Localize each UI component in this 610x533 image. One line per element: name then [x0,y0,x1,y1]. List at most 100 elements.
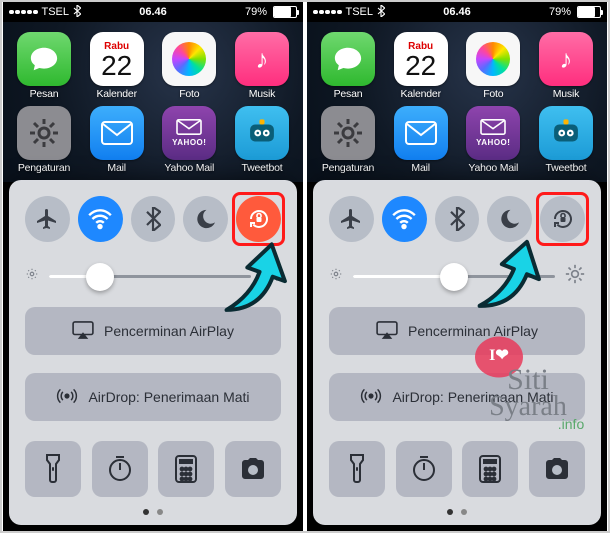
app-settings[interactable]: Pengaturan [13,106,75,174]
mail-icon [394,106,448,160]
messages-icon [321,32,375,86]
airplane-mode-toggle[interactable] [25,196,70,242]
brightness-track[interactable] [49,275,251,278]
camera-button[interactable] [529,441,585,497]
app-mail[interactable]: Mail [390,106,452,174]
bluetooth-toggle[interactable] [435,196,480,242]
phone-screenshot-left: TSEL 06.46 79% Pesan Rabu 2 [3,2,303,531]
airdrop-button[interactable]: AirDrop: Penerimaan Mati [329,373,585,421]
battery-icon [577,6,601,18]
airdrop-icon [360,385,382,410]
app-label: Foto [483,88,503,100]
calendar-icon: Rabu 22 [90,32,144,86]
app-messages[interactable]: Pesan [13,32,75,100]
rotation-lock-toggle[interactable] [540,196,585,242]
app-label: Pengaturan [18,162,70,174]
tweetbot-icon [539,106,593,160]
tweetbot-icon [235,106,289,160]
yahoo-mail-icon: YAHOO! [466,106,520,160]
app-music[interactable]: ♪ Musik [535,32,597,100]
status-bar: TSEL 06.46 79% [3,2,303,22]
app-label: Yahoo Mail [164,162,214,174]
app-calendar[interactable]: Rabu 22 Kalender [390,32,452,100]
settings-icon [321,106,375,160]
sun-bright-icon [565,264,585,289]
page-indicator [329,509,585,515]
home-screen: Pesan Rabu 22 Kalender Foto ♪ Musik [3,22,303,182]
mail-icon [90,106,144,160]
airdrop-button[interactable]: AirDrop: Penerimaan Mati [25,373,281,421]
app-label: Pesan [334,88,363,100]
photos-icon [162,32,216,86]
airdrop-icon [56,385,78,410]
app-yahoo-mail[interactable]: YAHOO! Yahoo Mail [158,106,220,174]
page-indicator [25,509,281,515]
sun-dim-icon [329,267,343,286]
do-not-disturb-toggle[interactable] [183,196,228,242]
wifi-toggle[interactable] [78,196,123,242]
photos-icon [466,32,520,86]
calculator-button[interactable] [158,441,214,497]
app-tweetbot[interactable]: Tweetbot [231,106,293,174]
battery-icon [273,6,297,18]
app-mail[interactable]: Mail [86,106,148,174]
airplane-mode-toggle[interactable] [329,196,374,242]
calendar-icon: Rabu 22 [394,32,448,86]
app-tweetbot[interactable]: Tweetbot [535,106,597,174]
flashlight-button[interactable] [25,441,81,497]
clock: 06.46 [3,6,303,18]
calculator-button[interactable] [462,441,518,497]
status-bar: TSEL 06.46 79% [307,2,607,22]
airdrop-label: AirDrop: Penerimaan Mati [392,389,553,405]
bluetooth-toggle[interactable] [131,196,176,242]
app-label: Foto [179,88,199,100]
app-calendar[interactable]: Rabu 22 Kalender [86,32,148,100]
app-label: Mail [411,162,429,174]
brightness-slider[interactable] [329,264,585,289]
rotation-lock-toggle[interactable] [236,196,281,242]
airplay-label: Pencerminan AirPlay [408,323,538,339]
home-screen: Pesan Rabu 22 Kalender Foto ♪ Musik [307,22,607,182]
airplay-button[interactable]: Pencerminan AirPlay [329,307,585,355]
app-label: Pengaturan [322,162,374,174]
app-label: Yahoo Mail [468,162,518,174]
app-label: Kalender [400,88,440,100]
wifi-toggle[interactable] [382,196,427,242]
app-label: Mail [107,162,125,174]
music-icon: ♪ [235,32,289,86]
app-yahoo-mail[interactable]: YAHOO! Yahoo Mail [462,106,524,174]
camera-button[interactable] [225,441,281,497]
app-photos[interactable]: Foto [462,32,524,100]
timer-button[interactable] [396,441,452,497]
airdrop-label: AirDrop: Penerimaan Mati [88,389,249,405]
app-messages[interactable]: Pesan [317,32,379,100]
app-settings[interactable]: Pengaturan [317,106,379,174]
app-label: Musik [553,88,579,100]
music-icon: ♪ [539,32,593,86]
yahoo-mail-icon: YAHOO! [162,106,216,160]
phone-screenshot-right: TSEL 06.46 79% Pesan Rabu 22 [307,2,607,531]
app-label: Musik [249,88,275,100]
app-label: Tweetbot [241,162,282,174]
flashlight-button[interactable] [329,441,385,497]
brightness-track[interactable] [353,275,555,278]
do-not-disturb-toggle[interactable] [487,196,532,242]
app-label: Kalender [96,88,136,100]
brightness-slider[interactable] [25,264,281,289]
timer-button[interactable] [92,441,148,497]
messages-icon [17,32,71,86]
airplay-icon [72,321,94,342]
clock: 06.46 [307,6,607,18]
sun-dim-icon [25,267,39,286]
airplay-label: Pencerminan AirPlay [104,323,234,339]
settings-icon [17,106,71,160]
app-music[interactable]: ♪ Musik [231,32,293,100]
app-label: Tweetbot [545,162,586,174]
sun-bright-icon [261,264,281,289]
control-center: Pencerminan AirPlay AirDrop: Penerimaan … [9,180,297,525]
airplay-button[interactable]: Pencerminan AirPlay [25,307,281,355]
app-photos[interactable]: Foto [158,32,220,100]
control-center: Pencerminan AirPlay AirDrop: Penerimaan … [313,180,601,525]
app-label: Pesan [30,88,59,100]
airplay-icon [376,321,398,342]
